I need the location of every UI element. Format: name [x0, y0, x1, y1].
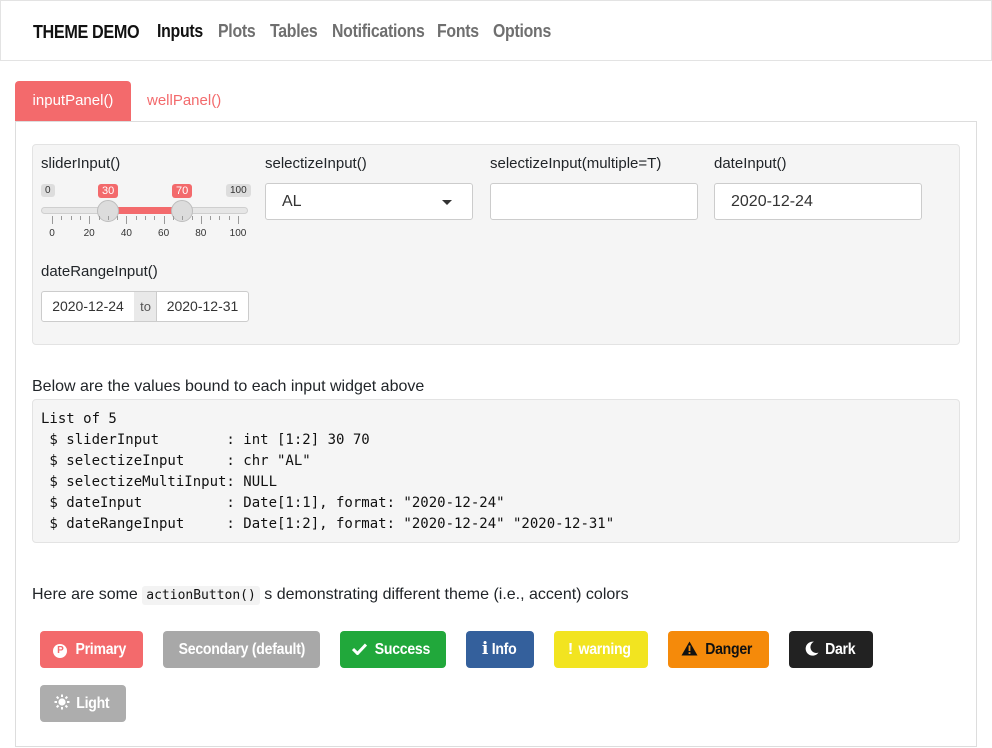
warning-button[interactable]: ! warning: [554, 631, 648, 668]
intro-text-after: s demonstrating different theme (i.e., a…: [259, 586, 629, 603]
date-range-end[interactable]: 2020-12-31: [156, 291, 249, 322]
slider-tick: [70, 216, 72, 220]
danger-button[interactable]: Danger: [668, 631, 769, 668]
slider-tick: [98, 216, 100, 220]
slider-tick: [219, 216, 221, 220]
slider-tick: [154, 216, 156, 220]
slider-tick: [210, 216, 212, 220]
slider-tick: [135, 216, 137, 220]
info-icon: i: [481, 639, 489, 659]
intro-text-before: Here are some: [32, 586, 143, 603]
slider-tick: [107, 216, 109, 220]
slider-tick: [182, 216, 184, 220]
slider-tick: [238, 216, 239, 224]
values-output: List of 5 $ sliderInput : int [1:2] 30 7…: [32, 399, 960, 543]
slider-tick: [52, 216, 53, 224]
values-description: Below are the values bound to each input…: [32, 378, 425, 395]
light-button-label: Light: [76, 695, 110, 712]
slider-tick-label: 80: [195, 228, 207, 239]
date-range-start[interactable]: 2020-12-24: [41, 291, 135, 322]
warning-button-label: warning: [578, 641, 631, 658]
slider-tick: [61, 216, 63, 220]
intro-code: actionButton(): [142, 586, 260, 605]
nav-item-tables[interactable]: Tables: [270, 21, 318, 42]
chevron-down-icon: [442, 200, 452, 205]
selectize-label: selectizeInput(): [265, 155, 367, 172]
selectize-value: AL: [282, 193, 302, 210]
info-button[interactable]: i Info: [466, 631, 534, 668]
warning-triangle-icon: [681, 631, 698, 668]
slider-tick: [89, 216, 91, 224]
secondary-button[interactable]: Secondary (default): [163, 631, 320, 668]
slider-tick: [172, 216, 174, 220]
tab-input-panel[interactable]: inputPanel(): [15, 81, 131, 121]
slider-low-value: 30: [98, 184, 119, 198]
brand-title: THEME DEMO: [33, 22, 140, 42]
moon-icon: [805, 631, 819, 668]
navbar: THEME DEMO Inputs Plots Tables Notificat…: [0, 0, 992, 61]
check-icon: [352, 631, 368, 668]
nav-item-plots[interactable]: Plots: [218, 21, 256, 42]
buttons-intro: Here are some actionButton() s demonstra…: [32, 586, 629, 605]
slider-tick: [191, 216, 193, 220]
date-input[interactable]: 2020-12-24: [714, 183, 922, 220]
primary-button-label: Primary: [75, 641, 127, 658]
date-range-label: dateRangeInput(): [41, 263, 158, 280]
info-button-label: Info: [491, 641, 517, 658]
tab-well-panel[interactable]: wellPanel(): [147, 92, 221, 109]
secondary-button-label: Secondary (default): [178, 641, 305, 658]
light-button[interactable]: Light: [40, 685, 126, 722]
success-button-label: Success: [374, 641, 431, 658]
slider-tick: [145, 216, 146, 220]
slider-tick: [117, 216, 119, 220]
slider-tick-label: 60: [158, 228, 170, 239]
slider-label: sliderInput(): [41, 155, 121, 172]
p-circle-icon: P: [53, 644, 68, 658]
nav-item-fonts[interactable]: Fonts: [437, 21, 479, 42]
slider-tick-label: 0: [49, 228, 55, 239]
slider-tick-label: 100: [229, 228, 247, 239]
selectize-multi-label: selectizeInput(multiple=T): [490, 155, 662, 172]
dark-button[interactable]: Dark: [789, 631, 873, 668]
date-input-label: dateInput(): [714, 155, 787, 172]
dark-button-label: Dark: [824, 641, 856, 658]
slider-high-value: 70: [172, 184, 193, 198]
exclamation-icon: !: [567, 641, 573, 658]
slider-tick: [126, 216, 128, 224]
slider-tick: [79, 216, 81, 220]
primary-button[interactable]: P Primary: [40, 631, 143, 668]
sun-icon: [54, 685, 70, 722]
slider-tick: [228, 216, 230, 220]
slider-min-label: 0: [41, 184, 55, 197]
date-range-separator: to: [134, 291, 157, 322]
slider-tick-label: 40: [120, 228, 132, 239]
slider-tick: [200, 216, 202, 224]
nav-item-inputs[interactable]: Inputs: [157, 21, 203, 42]
slider-tick-label: 20: [83, 228, 95, 239]
selectize-input[interactable]: AL: [265, 183, 473, 220]
nav-item-options[interactable]: Options: [493, 21, 551, 42]
success-button[interactable]: Success: [340, 631, 446, 668]
danger-button-label: Danger: [705, 641, 753, 658]
slider-tick: [163, 216, 165, 224]
selectize-multi-input[interactable]: [490, 183, 698, 220]
nav-item-notifications[interactable]: Notifications: [332, 21, 425, 42]
date-input-value: 2020-12-24: [731, 193, 813, 210]
slider-max-label: 100: [226, 184, 251, 197]
